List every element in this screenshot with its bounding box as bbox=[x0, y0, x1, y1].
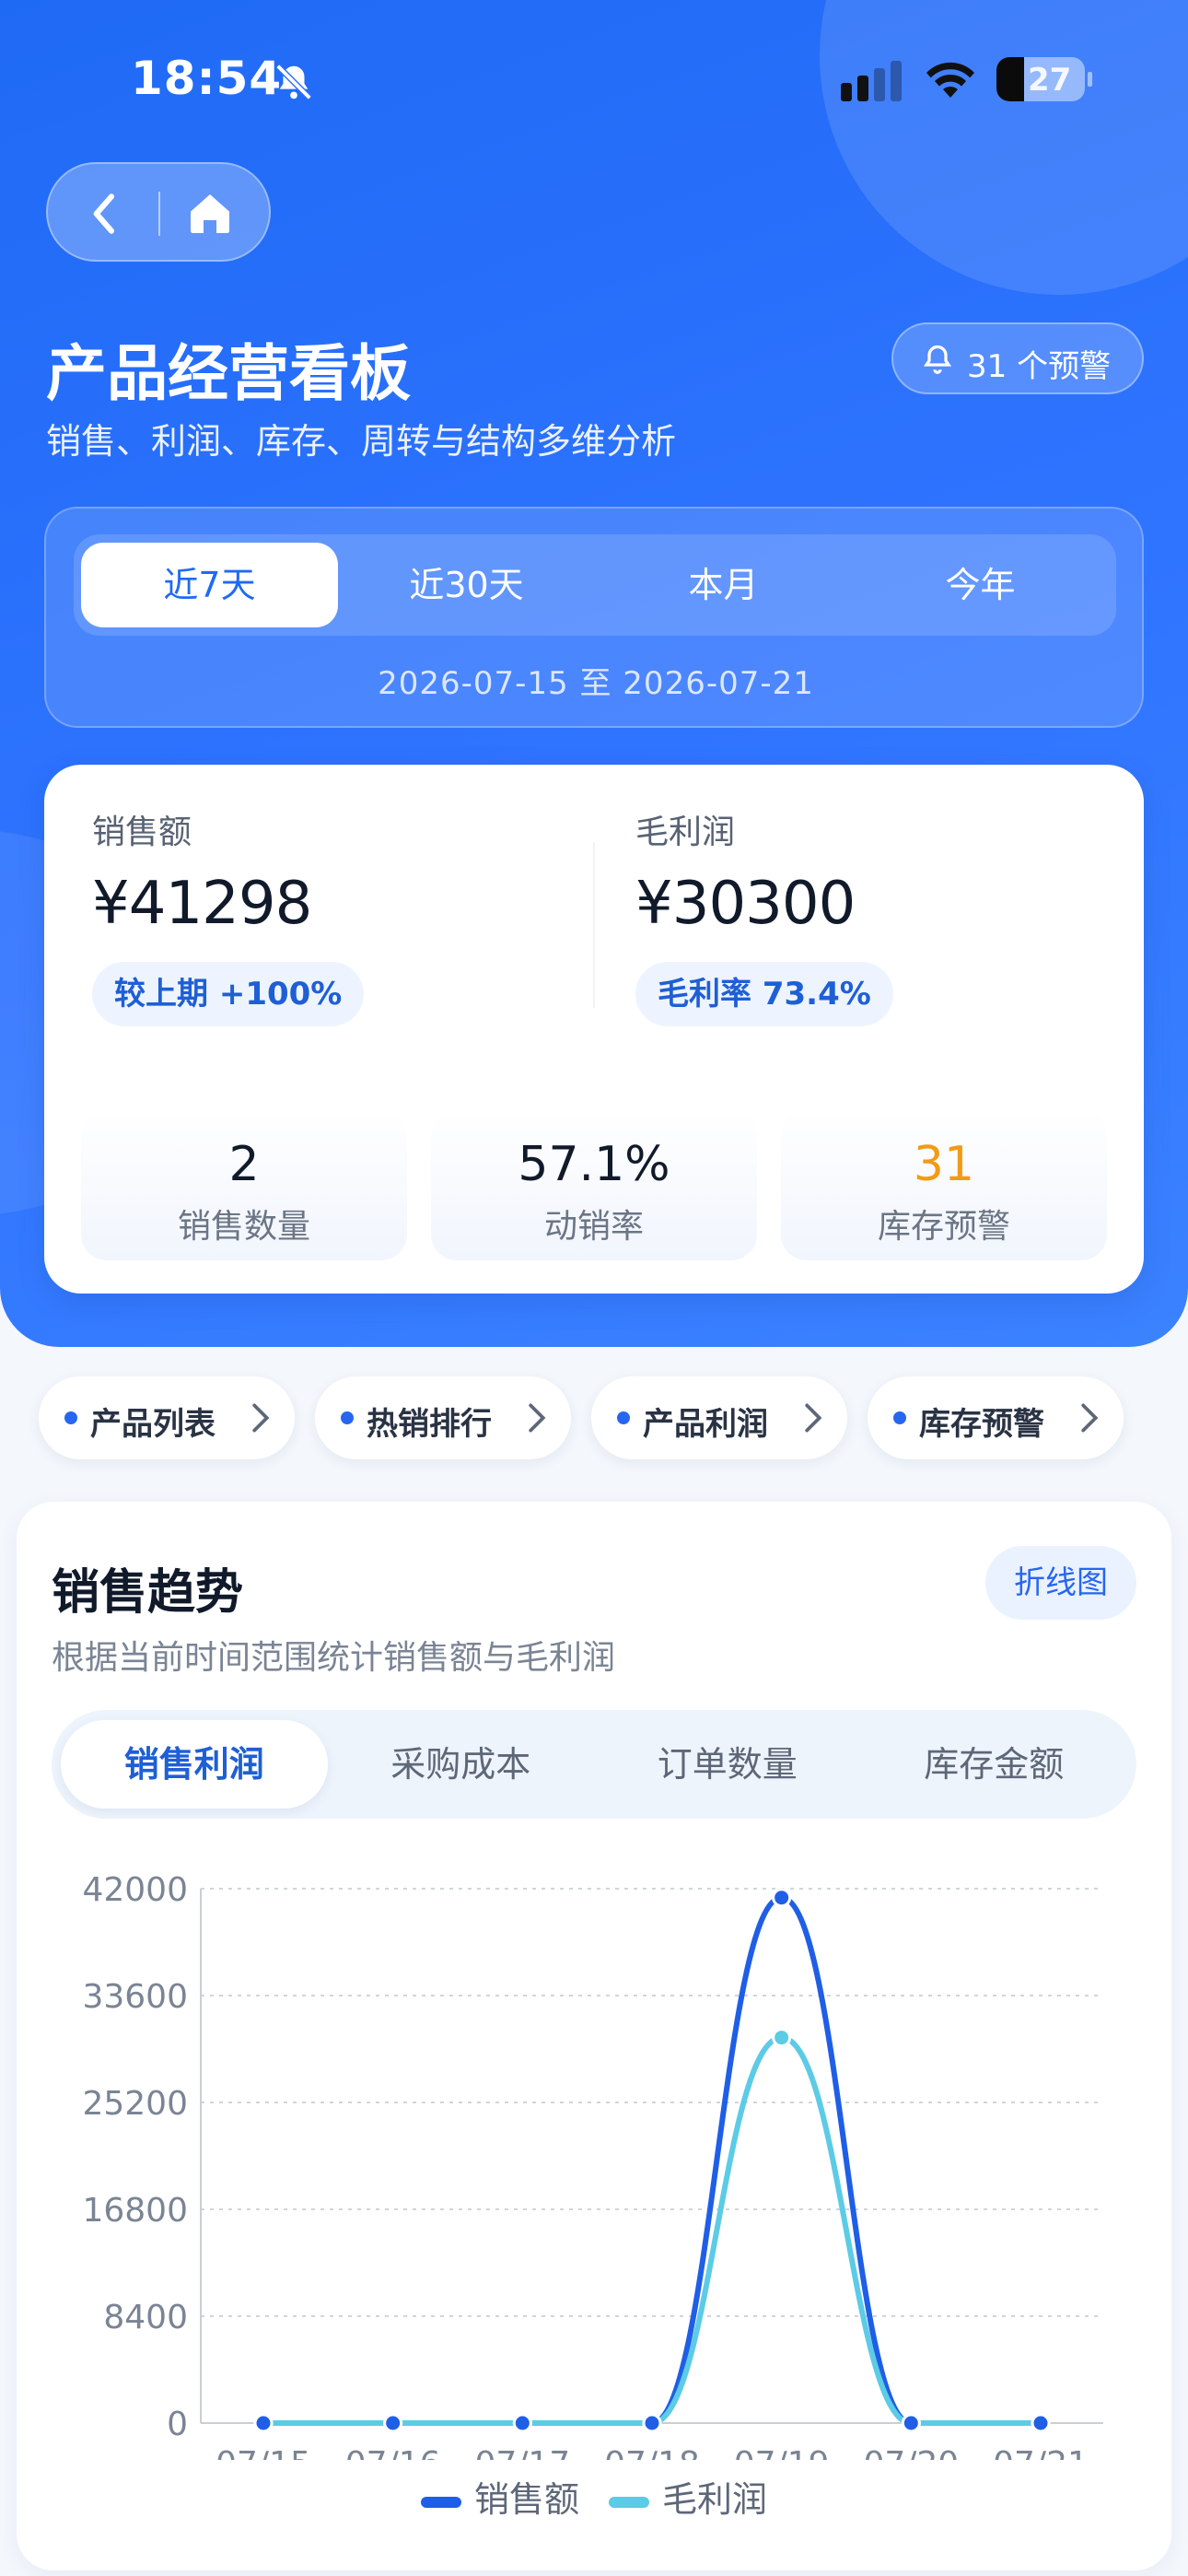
quick-link-stock-alert[interactable]: 库存预警 bbox=[868, 1376, 1124, 1459]
bullet-dot bbox=[617, 1411, 630, 1424]
back-arrow-icon[interactable] bbox=[79, 188, 131, 240]
battery-level: 27 bbox=[1028, 62, 1072, 99]
nav-capsule bbox=[46, 162, 271, 262]
sales-change-badge: 较上期 +100% bbox=[92, 962, 365, 1026]
sales-line-chart: 0 8400 16800 25200 33600 42000 07/15 07/16 07/17… bbox=[82, 1871, 1103, 2460]
bullet-dot bbox=[893, 1411, 906, 1424]
x-tick-label: 07/18 bbox=[604, 2445, 700, 2460]
stat-sales-quantity[interactable]: 2 销售数量 bbox=[81, 1109, 407, 1260]
header-band: 18:54 27 产品经营看板 销售、利润、库存、周转与结构多维分析 31 个预… bbox=[0, 0, 1188, 1347]
wifi-icon bbox=[926, 62, 974, 98]
y-tick-label: 42000 bbox=[82, 1871, 188, 1909]
x-tick-label: 07/20 bbox=[863, 2445, 959, 2460]
quick-link-bestsellers[interactable]: 热销排行 bbox=[315, 1376, 571, 1459]
bell-icon bbox=[923, 345, 952, 374]
quick-link-label: 产品利润 bbox=[643, 1406, 768, 1443]
data-point bbox=[901, 2413, 921, 2433]
bullet-dot bbox=[64, 1411, 77, 1424]
y-tick-label: 25200 bbox=[82, 2085, 188, 2123]
kpi-card: 销售额 ¥41298 较上期 +100% 毛利润 ¥30300 毛利率 73.4… bbox=[44, 765, 1144, 1294]
stat-value: 57.1% bbox=[518, 1137, 670, 1192]
tab-inventory-value[interactable]: 库存金额 bbox=[861, 1720, 1128, 1809]
y-tick-label: 8400 bbox=[103, 2299, 188, 2336]
chart-type-button[interactable]: 折线图 bbox=[985, 1546, 1136, 1620]
x-tick-label: 07/17 bbox=[474, 2445, 570, 2460]
data-point bbox=[642, 2413, 662, 2433]
legend-label: 毛利润 bbox=[662, 2479, 768, 2520]
period-tabs: 近7天 近30天 本月 今年 bbox=[74, 534, 1116, 636]
quick-link-product-list[interactable]: 产品列表 bbox=[39, 1376, 295, 1459]
data-point bbox=[383, 2413, 403, 2433]
quick-link-label: 热销排行 bbox=[367, 1406, 492, 1443]
legend-swatch bbox=[609, 2496, 650, 2508]
x-tick-label: 07/15 bbox=[215, 2445, 311, 2460]
series-line bbox=[261, 2034, 1043, 2426]
chevron-right-icon bbox=[529, 1403, 546, 1433]
metric-tabs: 销售利润 采购成本 订单数量 库存金额 bbox=[52, 1710, 1136, 1819]
bell-off-icon bbox=[275, 64, 312, 100]
battery-indicator: 27 bbox=[996, 57, 1092, 101]
divider bbox=[593, 842, 595, 1008]
quick-link-label: 产品列表 bbox=[90, 1406, 215, 1443]
legend-swatch bbox=[420, 2496, 461, 2508]
page-title: 产品经营看板 bbox=[46, 338, 411, 409]
data-point bbox=[1031, 2413, 1051, 2433]
legend-item[interactable]: 销售额 bbox=[420, 2471, 579, 2522]
tab-purchase-cost[interactable]: 采购成本 bbox=[328, 1720, 595, 1809]
stat-label: 销售数量 bbox=[177, 1208, 310, 1246]
legend-item[interactable]: 毛利润 bbox=[609, 2471, 767, 2522]
tab-this-year[interactable]: 今年 bbox=[852, 543, 1109, 627]
data-point bbox=[772, 1888, 792, 1908]
section-subtitle: 根据当前时间范围统计销售额与毛利润 bbox=[52, 1639, 616, 1677]
bullet-dot bbox=[341, 1411, 354, 1424]
series-line bbox=[261, 1894, 1043, 2426]
date-range: 2026-07-15 至 2026-07-21 bbox=[378, 665, 814, 702]
section-title: 销售趋势 bbox=[52, 1565, 244, 1621]
x-tick-label: 07/16 bbox=[345, 2445, 441, 2460]
profit-value: ¥30300 bbox=[635, 870, 856, 938]
sales-value: ¥41298 bbox=[92, 870, 312, 938]
sales-trend-card: 销售趋势 根据当前时间范围统计销售额与毛利润 折线图 销售利润 采购成本 订单数… bbox=[17, 1502, 1171, 2570]
status-bar: 18:54 27 bbox=[0, 0, 1188, 162]
quick-link-label: 库存预警 bbox=[919, 1406, 1044, 1443]
status-time: 18:54 bbox=[131, 52, 283, 105]
home-icon[interactable] bbox=[184, 188, 236, 240]
quick-link-product-profit[interactable]: 产品利润 bbox=[591, 1376, 847, 1459]
y-tick-label: 0 bbox=[167, 2406, 188, 2443]
tab-30-days[interactable]: 近30天 bbox=[338, 543, 595, 627]
page-subtitle: 销售、利润、库存、周转与结构多维分析 bbox=[46, 421, 677, 462]
chevron-right-icon bbox=[1081, 1403, 1099, 1433]
profit-label: 毛利润 bbox=[635, 814, 736, 851]
stat-value: 2 bbox=[228, 1137, 260, 1192]
stat-label: 库存预警 bbox=[877, 1208, 1010, 1246]
sales-label: 销售额 bbox=[92, 814, 192, 851]
profit-margin-badge: 毛利率 73.4% bbox=[635, 962, 893, 1026]
stat-value: 31 bbox=[913, 1137, 975, 1192]
y-tick-label: 16800 bbox=[82, 2192, 188, 2230]
divider bbox=[158, 192, 160, 236]
chevron-right-icon bbox=[252, 1403, 270, 1433]
y-tick-label: 33600 bbox=[82, 1978, 188, 2016]
data-point bbox=[772, 2028, 792, 2048]
chevron-right-icon bbox=[805, 1403, 822, 1433]
stat-label: 动销率 bbox=[543, 1208, 644, 1246]
alert-count-label: 31 个预警 bbox=[967, 348, 1112, 385]
tab-order-count[interactable]: 订单数量 bbox=[594, 1720, 861, 1809]
x-tick-label: 07/21 bbox=[993, 2445, 1089, 2460]
data-point bbox=[253, 2413, 274, 2433]
period-selector-card: 近7天 近30天 本月 今年 2026-07-15 至 2026-07-21 bbox=[44, 507, 1144, 728]
stat-stock-alert[interactable]: 31 库存预警 bbox=[781, 1109, 1107, 1260]
tab-this-month[interactable]: 本月 bbox=[595, 543, 852, 627]
x-tick-label: 07/19 bbox=[734, 2445, 830, 2460]
tab-7-days[interactable]: 近7天 bbox=[81, 543, 338, 627]
data-point bbox=[512, 2413, 532, 2433]
alert-button[interactable]: 31 个预警 bbox=[891, 322, 1144, 394]
signal-icon bbox=[841, 61, 902, 101]
legend-label: 销售额 bbox=[473, 2479, 579, 2520]
tab-sales-profit[interactable]: 销售利润 bbox=[61, 1720, 328, 1809]
chart-legend: 销售额 毛利润 bbox=[17, 2471, 1171, 2522]
stat-sell-through-rate[interactable]: 57.1% 动销率 bbox=[431, 1109, 757, 1260]
